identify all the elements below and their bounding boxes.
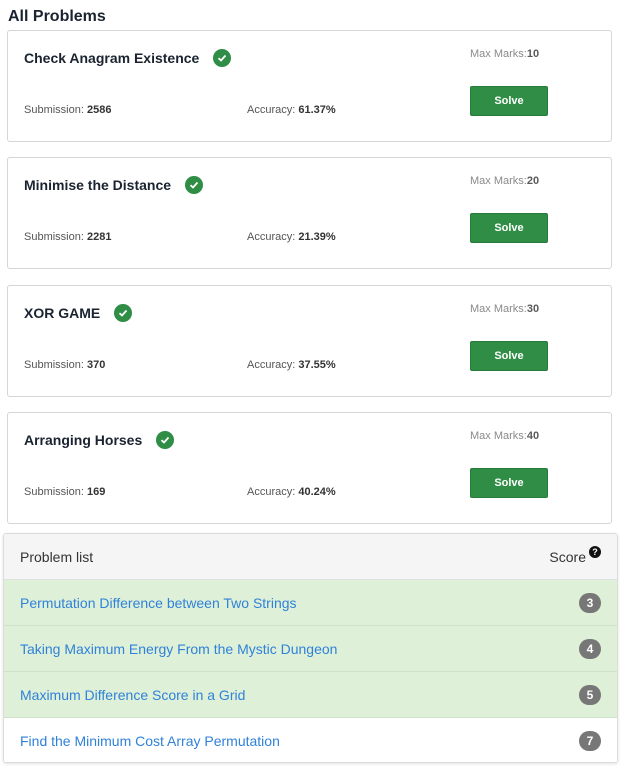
- submission-count: Submission: 2281: [24, 231, 112, 243]
- check-circle-icon: [156, 431, 175, 449]
- problem-card: Arranging Horses Max Marks:40 Submission…: [7, 412, 612, 524]
- problem-link[interactable]: Find the Minimum Cost Array Permutation: [20, 733, 280, 749]
- max-marks: Max Marks:20: [470, 175, 540, 187]
- question-circle-icon[interactable]: ?: [589, 545, 601, 558]
- problem-title[interactable]: Check Anagram Existence: [24, 50, 199, 66]
- solve-button[interactable]: Solve: [470, 341, 548, 371]
- problem-list-panel: Problem list Score ? Permutation Differe…: [3, 533, 618, 763]
- problem-list-title: Problem list: [20, 548, 94, 565]
- check-circle-icon: [185, 176, 204, 194]
- problem-list-item: Permutation Difference between Two Strin…: [4, 580, 617, 626]
- problem-card: Minimise the Distance Max Marks:20 Submi…: [7, 157, 612, 269]
- check-circle-icon: [114, 304, 133, 322]
- problem-list-item: Find the Minimum Cost Array Permutation …: [4, 718, 617, 762]
- accuracy: Accuracy: 40.24%: [247, 486, 336, 498]
- solve-button[interactable]: Solve: [470, 86, 548, 116]
- problem-list-item: Maximum Difference Score in a Grid 5: [4, 672, 617, 718]
- check-circle-icon: [213, 49, 232, 67]
- problem-card: XOR GAME Max Marks:30 Submission: 370 Ac…: [7, 285, 612, 397]
- problem-list-header: Problem list Score ?: [4, 534, 617, 580]
- score-badge: 4: [579, 638, 601, 659]
- score-badge: 7: [579, 731, 601, 751]
- page-title: All Problems: [8, 8, 106, 25]
- problem-card: Check Anagram Existence Max Marks:10 Sub…: [7, 30, 612, 142]
- max-marks: Max Marks:10: [470, 48, 540, 60]
- max-marks: Max Marks:30: [470, 303, 540, 315]
- accuracy: Accuracy: 21.39%: [247, 231, 336, 243]
- problem-link[interactable]: Maximum Difference Score in a Grid: [20, 687, 245, 703]
- solve-button[interactable]: Solve: [470, 213, 548, 243]
- submission-count: Submission: 169: [24, 486, 106, 498]
- solve-button[interactable]: Solve: [470, 468, 548, 498]
- problem-link[interactable]: Taking Maximum Energy From the Mystic Du…: [20, 641, 337, 657]
- problem-list-item: Taking Maximum Energy From the Mystic Du…: [4, 626, 617, 672]
- max-marks: Max Marks:40: [470, 430, 540, 442]
- submission-count: Submission: 370: [24, 359, 106, 371]
- accuracy: Accuracy: 61.37%: [247, 104, 336, 116]
- problem-title[interactable]: Minimise the Distance: [24, 177, 171, 193]
- score-badge: 3: [579, 592, 601, 613]
- submission-count: Submission: 2586: [24, 104, 112, 116]
- score-header: Score: [549, 548, 586, 565]
- score-badge: 5: [579, 684, 601, 705]
- problem-link[interactable]: Permutation Difference between Two Strin…: [20, 595, 297, 611]
- accuracy: Accuracy: 37.55%: [247, 359, 336, 371]
- problem-title[interactable]: Arranging Horses: [24, 432, 142, 448]
- problem-title[interactable]: XOR GAME: [24, 305, 100, 321]
